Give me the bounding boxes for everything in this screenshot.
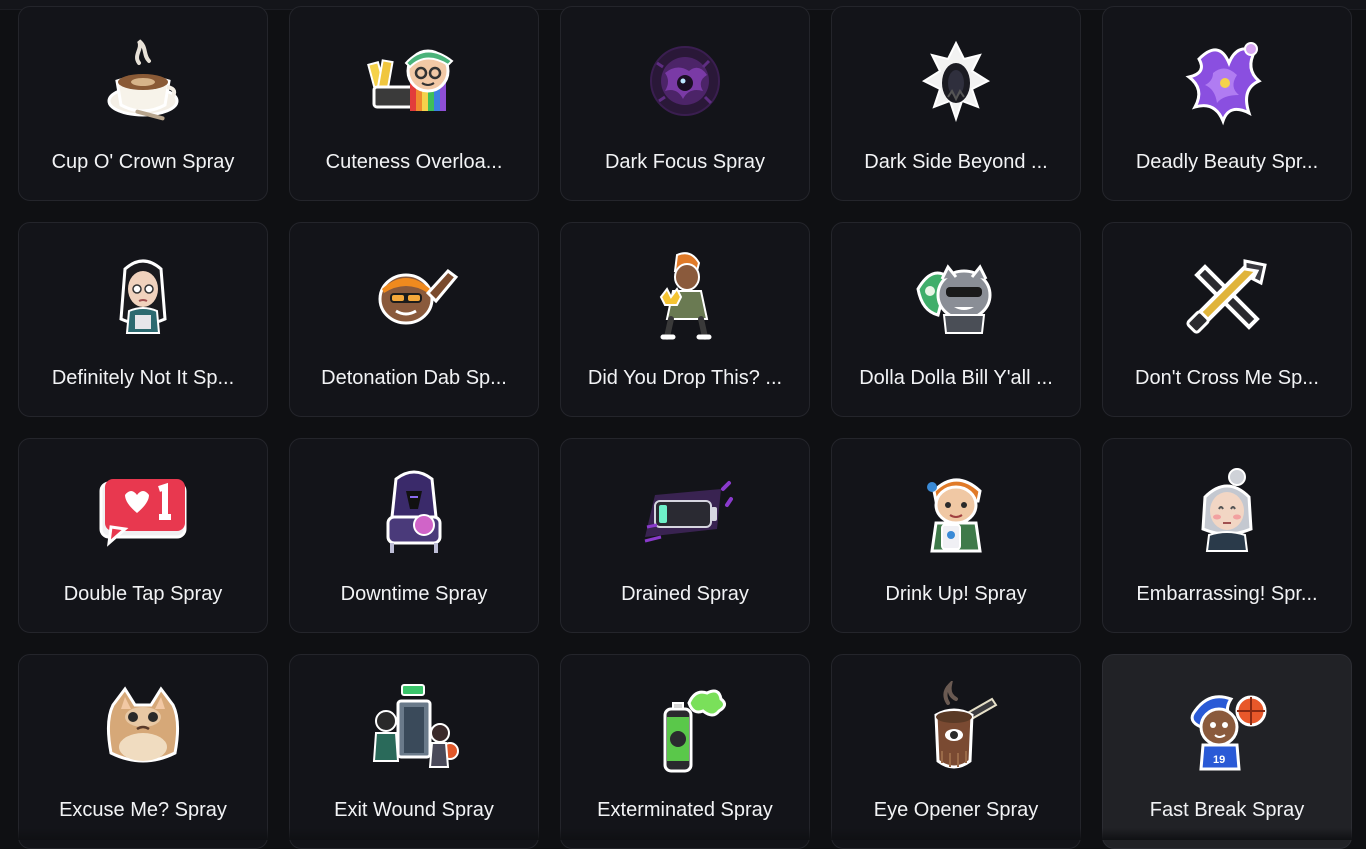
spray-card[interactable]: Eye Opener Spray (831, 654, 1081, 849)
spray-card[interactable]: Cuteness Overloa... (289, 6, 539, 201)
portal-rift-icon (908, 33, 1004, 129)
empty-battery-icon (637, 465, 733, 561)
coffee-cup-icon (95, 33, 191, 129)
spray-name: Exit Wound Spray (304, 798, 524, 822)
spray-name: Exterminated Spray (575, 798, 795, 822)
spray-grid: Cup O' Crown Spray Cuteness Overloa... (18, 6, 1352, 849)
spray-name: Embarrassing! Spr... (1117, 582, 1337, 606)
spray-name: Excuse Me? Spray (33, 798, 253, 822)
spray-card[interactable]: Drink Up! Spray (831, 438, 1081, 633)
spray-card[interactable]: Exit Wound Spray (289, 654, 539, 849)
spray-name: Double Tap Spray (33, 582, 253, 606)
spray-name: Drink Up! Spray (846, 582, 1066, 606)
spray-card[interactable]: Deadly Beauty Spr... (1102, 6, 1352, 201)
spray-card[interactable]: Drained Spray (560, 438, 810, 633)
coffee-pot-icon (908, 681, 1004, 777)
spray-card[interactable]: Definitely Not It Sp... (18, 222, 268, 417)
spray-name: Deadly Beauty Spr... (1117, 150, 1337, 174)
spray-name: Fast Break Spray (1117, 798, 1337, 822)
spray-name: Eye Opener Spray (846, 798, 1066, 822)
spray-card[interactable]: Dolla Dolla Bill Y'all ... (831, 222, 1081, 417)
spray-card[interactable]: 19 Fast Break Spray (1102, 654, 1352, 849)
crown-agent-icon (637, 249, 733, 345)
spray-name: Cup O' Crown Spray (33, 150, 253, 174)
agent-portrait-icon (95, 249, 191, 345)
spray-card[interactable]: Double Tap Spray (18, 438, 268, 633)
money-cat-icon (908, 249, 1004, 345)
rainbow-girl-icon (366, 33, 462, 129)
spray-card[interactable]: Don't Cross Me Sp... (1102, 222, 1352, 417)
spray-name: Definitely Not It Sp... (33, 366, 253, 390)
svg-text:19: 19 (1213, 754, 1225, 766)
crossed-tools-icon (1179, 249, 1275, 345)
basketball-agent-icon: 19 (1179, 681, 1275, 777)
spray-name: Dark Focus Spray (575, 150, 795, 174)
spray-card[interactable]: Exterminated Spray (560, 654, 810, 849)
spray-name: Don't Cross Me Sp... (1117, 366, 1337, 390)
heart-like-icon (95, 465, 191, 561)
spray-card[interactable]: Dark Side Beyond ... (831, 6, 1081, 201)
blushing-agent-icon (1179, 465, 1275, 561)
spray-card[interactable]: Did You Drop This? ... (560, 222, 810, 417)
drink-agent-icon (908, 465, 1004, 561)
spray-name: Did You Drop This? ... (575, 366, 795, 390)
spray-card[interactable]: Detonation Dab Sp... (289, 222, 539, 417)
spray-card[interactable]: Dark Focus Spray (560, 6, 810, 201)
spray-name: Drained Spray (575, 582, 795, 606)
spray-name: Detonation Dab Sp... (304, 366, 524, 390)
spray-card[interactable]: Embarrassing! Spr... (1102, 438, 1352, 633)
spray-name: Cuteness Overloa... (304, 150, 524, 174)
exit-door-icon (366, 681, 462, 777)
dab-agent-icon (366, 249, 462, 345)
spray-can-icon (637, 681, 733, 777)
spray-name: Downtime Spray (304, 582, 524, 606)
spray-name: Dark Side Beyond ... (846, 150, 1066, 174)
purple-flower-icon (1179, 33, 1275, 129)
spray-card[interactable]: Excuse Me? Spray (18, 654, 268, 849)
spray-card[interactable]: Downtime Spray (289, 438, 539, 633)
hooded-figure-icon (366, 465, 462, 561)
spray-name: Dolla Dolla Bill Y'all ... (846, 366, 1066, 390)
dark-orb-icon (637, 33, 733, 129)
grumpy-cat-icon (95, 681, 191, 777)
spray-card[interactable]: Cup O' Crown Spray (18, 6, 268, 201)
